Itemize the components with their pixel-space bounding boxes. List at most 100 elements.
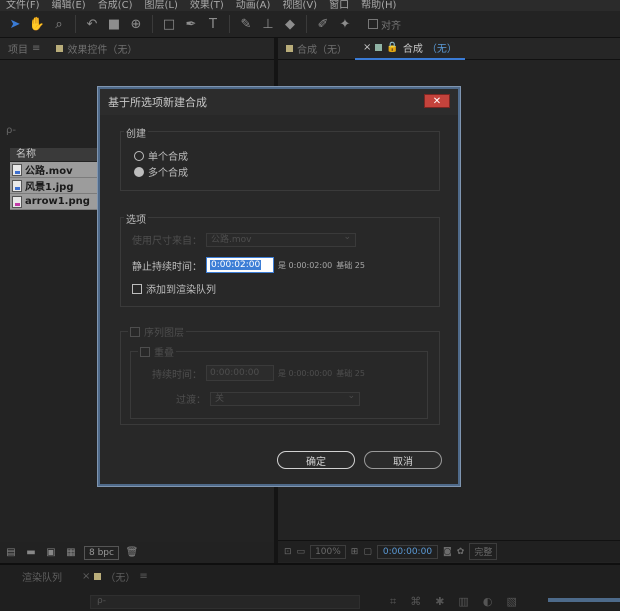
- timeline-switches: ⌗ ⌘ ✱ ▥ ◐ ▧: [390, 595, 517, 609]
- menu-effect[interactable]: 效果(T): [184, 0, 230, 11]
- radio-single-comp[interactable]: 单个合成: [134, 148, 188, 163]
- monitor-icon[interactable]: ▭: [297, 547, 306, 557]
- ok-button[interactable]: 确定: [277, 451, 355, 469]
- close-button[interactable]: ✕: [424, 94, 450, 108]
- sequence-layers-checkbox[interactable]: 序列图层: [128, 324, 186, 339]
- zoom-slider[interactable]: [548, 598, 620, 602]
- roto-brush-tool-icon[interactable]: ✐: [314, 15, 332, 33]
- hand-tool-icon[interactable]: ✋: [28, 15, 46, 33]
- duration-info: 是 0:00:00:00: [278, 368, 333, 378]
- mask-visibility-icon[interactable]: ▢: [363, 547, 372, 557]
- frame-blending-icon[interactable]: ▥: [458, 595, 468, 609]
- toolbar-divider: [306, 15, 307, 33]
- cancel-button[interactable]: 取消: [364, 451, 442, 469]
- pen-tool-icon[interactable]: ✒: [182, 15, 200, 33]
- checkbox-box: [140, 346, 150, 357]
- dialog-title-bar: 基于所选项新建合成 ✕: [100, 89, 458, 115]
- list-item[interactable]: 风景1.jpg: [10, 178, 98, 194]
- transition-select[interactable]: 关: [210, 390, 360, 406]
- new-composition-icon[interactable]: ▣: [44, 547, 58, 559]
- menu-file[interactable]: 文件(F): [0, 0, 46, 11]
- snapshot-icon[interactable]: ◙: [443, 547, 452, 557]
- tab-project[interactable]: 项目 ≡: [0, 41, 48, 56]
- zoom-select[interactable]: 100%: [310, 544, 346, 559]
- motion-blur-icon[interactable]: ◐: [483, 595, 493, 609]
- project-search[interactable]: ρ-: [6, 125, 16, 136]
- checkbox-label: 添加到渲染队列: [146, 285, 216, 296]
- tab-composition-none[interactable]: 合成（无）: [278, 41, 355, 56]
- brush-tool-icon[interactable]: ✎: [237, 15, 255, 33]
- menu-view[interactable]: 视图(V): [276, 0, 323, 11]
- puppet-pin-tool-icon[interactable]: ✦: [336, 15, 354, 33]
- project-settings-icon[interactable]: ▦: [64, 547, 78, 559]
- duration-base: 基础 25: [336, 368, 365, 378]
- always-preview-icon[interactable]: ⊡: [284, 547, 292, 557]
- snap-checkbox[interactable]: 对齐: [368, 17, 401, 32]
- trash-icon[interactable]: 🗑: [125, 547, 139, 559]
- tab-render-queue[interactable]: 渲染队列: [22, 569, 62, 584]
- overlap-checkbox[interactable]: 重叠: [138, 344, 176, 359]
- timecode-display[interactable]: 0:00:00:00: [376, 544, 439, 559]
- overlap-group: [130, 351, 428, 419]
- checkbox-label: 重叠: [154, 348, 174, 359]
- still-duration-input[interactable]: 0:00:02:00: [206, 257, 274, 273]
- add-render-queue-checkbox[interactable]: 添加到渲染队列: [132, 281, 216, 296]
- menu-composition[interactable]: 合成(C): [92, 0, 139, 11]
- list-item[interactable]: arrow1.png: [10, 194, 98, 210]
- radio-label: 多个合成: [148, 168, 188, 179]
- composition-panel-tabs: 合成（无） × 🔒 合成 （无）: [278, 38, 620, 60]
- list-item[interactable]: 公路.mov: [10, 162, 98, 178]
- shy-layers-icon[interactable]: ✱: [435, 595, 444, 609]
- zoom-tool-icon[interactable]: ⌕: [50, 15, 68, 33]
- menu-help[interactable]: 帮助(H): [355, 0, 402, 11]
- draft-3d-icon[interactable]: ⌘: [410, 595, 421, 609]
- duration-row: 持续时间： 0:00:00:00 是 0:00:00:00 基础 25: [152, 365, 365, 381]
- use-size-select[interactable]: 公路.mov: [206, 231, 356, 247]
- menu-window[interactable]: 窗口: [323, 0, 355, 11]
- comp-mini-flowchart-icon[interactable]: ⌗: [390, 595, 396, 609]
- close-icon[interactable]: ×: [363, 42, 371, 53]
- still-duration-label: 静止持续时间：: [132, 261, 202, 273]
- graph-editor-icon[interactable]: ▧: [506, 595, 516, 609]
- grid-icon[interactable]: ⊞: [351, 547, 359, 557]
- panel-menu-icon[interactable]: ≡: [32, 43, 40, 54]
- resolution-select[interactable]: 完整: [469, 543, 498, 560]
- toolbar-divider: [75, 15, 76, 33]
- pan-behind-tool-icon[interactable]: ⊕: [127, 15, 145, 33]
- new-folder-icon[interactable]: ▬: [24, 547, 38, 559]
- new-composition-dialog: 基于所选项新建合成 ✕ 创建 单个合成 多个合成 选项 使用尺寸来自： 公路.m…: [98, 87, 460, 486]
- checkbox-box: [130, 326, 140, 337]
- panel-menu-icon[interactable]: ≡: [139, 571, 147, 582]
- camera-tool-icon[interactable]: ■: [105, 15, 123, 33]
- menu-bar: 文件(F) 编辑(E) 合成(C) 图层(L) 效果(T) 动画(A) 视图(V…: [0, 0, 620, 11]
- lock-icon[interactable]: 🔒: [386, 42, 398, 53]
- comp-swatch-icon: [286, 45, 293, 52]
- menu-animation[interactable]: 动画(A): [230, 0, 277, 11]
- rotate-tool-icon[interactable]: ↶: [83, 15, 101, 33]
- close-icon[interactable]: ×: [82, 571, 90, 582]
- interpret-footage-icon[interactable]: ▤: [4, 547, 18, 559]
- mask-tool-icon[interactable]: □: [160, 15, 178, 33]
- eraser-tool-icon[interactable]: ◆: [281, 15, 299, 33]
- duration-input[interactable]: 0:00:00:00: [206, 365, 274, 381]
- comp-swatch-icon: [375, 44, 383, 51]
- timeline-search[interactable]: ρ-: [90, 595, 360, 609]
- radio-label: 单个合成: [148, 152, 188, 163]
- clone-stamp-tool-icon[interactable]: ⊥: [259, 15, 277, 33]
- tab-timeline[interactable]: × （无） ≡: [82, 569, 148, 584]
- column-header-name[interactable]: 名称: [10, 148, 98, 161]
- menu-layer[interactable]: 图层(L): [138, 0, 183, 11]
- bpc-button[interactable]: 8 bpc: [84, 545, 119, 560]
- dialog-title: 基于所选项新建合成: [108, 96, 207, 109]
- menu-edit[interactable]: 编辑(E): [46, 0, 92, 11]
- tab-effect-controls[interactable]: 效果控件（无）: [48, 41, 145, 56]
- toolbar-divider: [152, 15, 153, 33]
- radio-multiple-comp[interactable]: 多个合成: [134, 164, 188, 179]
- use-size-label: 使用尺寸来自：: [132, 236, 202, 247]
- selection-tool-icon[interactable]: ➤: [6, 15, 24, 33]
- tab-composition-active[interactable]: × 🔒 合成 （无）: [355, 38, 465, 60]
- toolbar-divider: [229, 15, 230, 33]
- image-file-icon: [12, 179, 22, 192]
- text-tool-icon[interactable]: T: [204, 15, 222, 33]
- channel-icon[interactable]: ✿: [457, 547, 465, 557]
